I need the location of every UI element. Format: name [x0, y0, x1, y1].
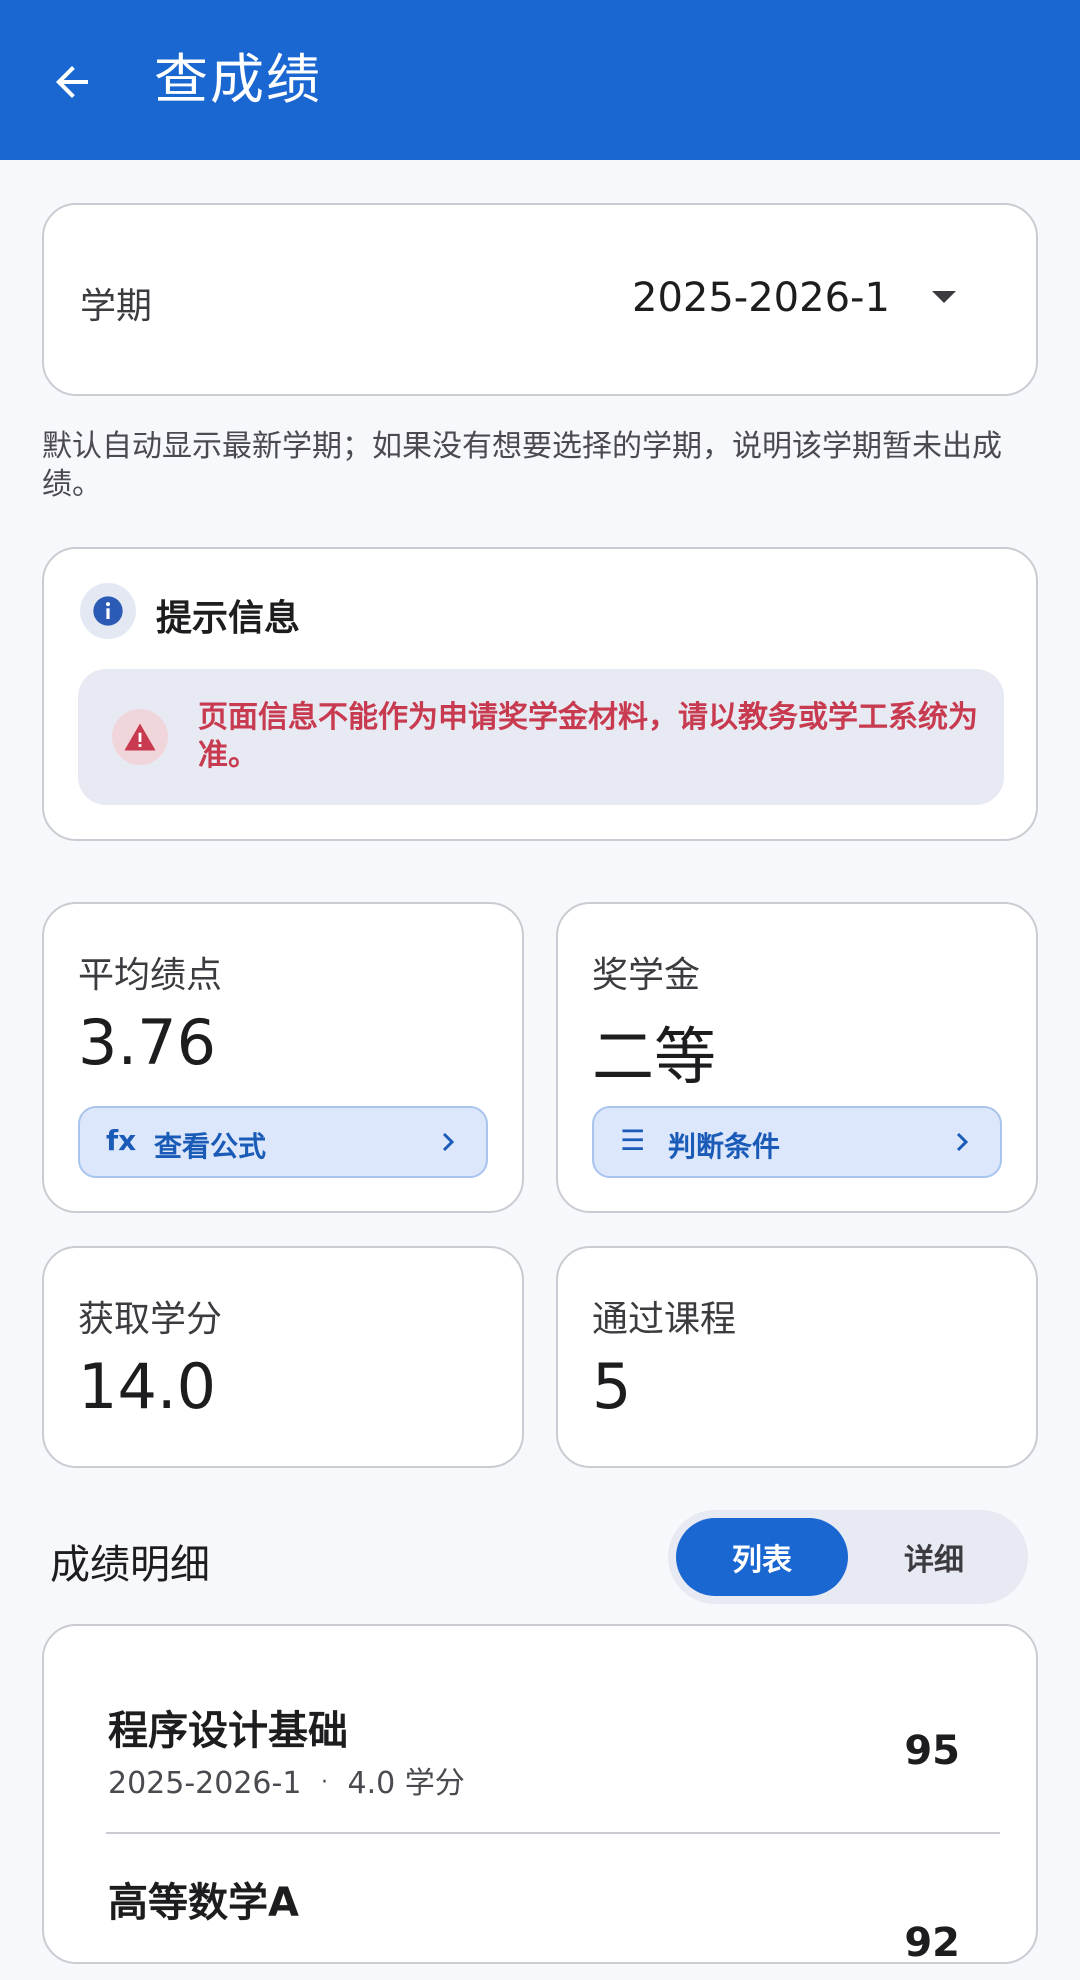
warning-icon	[124, 723, 156, 751]
info-icon	[93, 596, 123, 626]
passed-courses-value: 5	[592, 1350, 632, 1423]
chevron-right-icon	[442, 1132, 455, 1152]
course-name: 高等数学A	[108, 1880, 299, 1926]
course-term: 2025-2026-1	[108, 1766, 302, 1801]
back-button[interactable]	[40, 50, 104, 114]
chevron-right-icon	[956, 1132, 969, 1152]
list-item[interactable]: 程序设计基础 2025-2026-1 · 4.0 学分 95	[108, 1698, 998, 1808]
course-name: 程序设计基础	[108, 1708, 348, 1754]
gpa-value: 3.76	[78, 1006, 217, 1079]
dropdown-caret-icon[interactable]	[930, 289, 958, 305]
warning-text: 页面信息不能作为申请奖学金材料，请以教务或学工系统为准。	[198, 700, 978, 773]
credits-value: 14.0	[78, 1350, 217, 1423]
course-credits: 4.0 学分	[347, 1766, 465, 1801]
toggle-detail-button[interactable]: 详细	[848, 1518, 1020, 1596]
info-icon-badge	[80, 583, 136, 639]
criteria-label: 判断条件	[668, 1130, 781, 1163]
row-divider	[106, 1832, 1000, 1834]
gpa-label: 平均绩点	[78, 955, 223, 996]
arrow-left-icon	[56, 66, 88, 98]
page-title: 查成绩	[154, 48, 322, 111]
grade-list: 程序设计基础 2025-2026-1 · 4.0 学分 95 高等数学A 92	[42, 1624, 1038, 1966]
course-score: 95	[904, 1728, 960, 1774]
scholarship-label: 奖学金	[592, 955, 701, 996]
app-bar: 查成绩	[0, 0, 1080, 160]
passed-courses-card: 通过课程 5	[556, 1246, 1038, 1468]
warning-icon-badge	[112, 709, 168, 765]
meta-separator: ·	[320, 1770, 328, 1795]
credits-card: 获取学分 14.0	[42, 1246, 524, 1468]
course-meta: 2025-2026-1 · 4.0 学分	[108, 1758, 465, 1802]
term-hint-text: 默认自动显示最新学期；如果没有想要选择的学期，说明该学期暂未出成绩。	[42, 429, 1002, 502]
details-title: 成绩明细	[50, 1542, 210, 1588]
credits-label: 获取学分	[78, 1299, 223, 1340]
gpa-card: 平均绩点 3.76 fx 查看公式	[42, 902, 524, 1213]
criteria-button[interactable]: ☰ 判断条件	[592, 1106, 1002, 1178]
warning-box: 页面信息不能作为申请奖学金材料，请以教务或学工系统为准。	[78, 669, 1004, 805]
term-selector[interactable]: 学期 2025-2026-1	[42, 203, 1038, 396]
formula-icon: fx	[106, 1124, 137, 1157]
term-label: 学期	[80, 286, 153, 327]
view-toggle: 列表 详细	[668, 1510, 1028, 1604]
notice-title: 提示信息	[156, 598, 301, 639]
passed-courses-label: 通过课程	[592, 1299, 737, 1340]
toggle-list-button[interactable]: 列表	[676, 1518, 848, 1596]
scholarship-card: 奖学金 二等 ☰ 判断条件	[556, 902, 1038, 1213]
view-formula-button[interactable]: fx 查看公式	[78, 1106, 488, 1178]
list-icon: ☰	[620, 1124, 646, 1157]
term-value[interactable]: 2025-2026-1	[632, 275, 890, 321]
course-score: 92	[904, 1920, 960, 1966]
scholarship-value: 二等	[592, 1020, 717, 1093]
list-item[interactable]: 高等数学A 92	[108, 1870, 998, 1980]
view-formula-label: 查看公式	[154, 1130, 267, 1163]
notice-card: 提示信息 页面信息不能作为申请奖学金材料，请以教务或学工系统为准。	[42, 547, 1038, 841]
